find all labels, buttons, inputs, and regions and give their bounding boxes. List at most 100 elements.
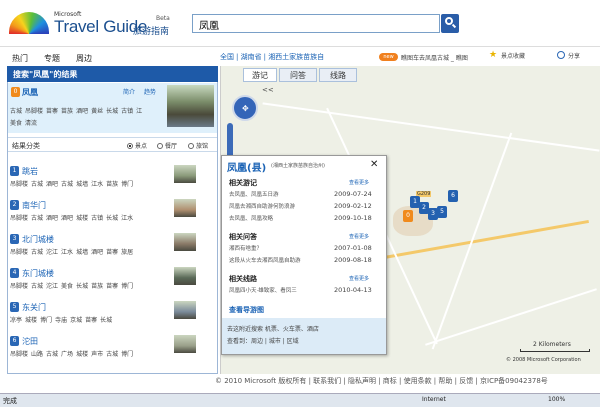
tag[interactable]: 苗寨 <box>106 249 118 256</box>
result-photo[interactable] <box>174 199 196 217</box>
result-title[interactable]: 北门城楼 <box>22 234 54 245</box>
search-button[interactable] <box>441 14 459 33</box>
result-title[interactable]: 东关门 <box>22 302 46 313</box>
tag[interactable]: 酒吧 <box>91 249 103 256</box>
tag[interactable]: 城楼 <box>76 215 88 222</box>
breadcrumb-province[interactable]: 湖南省 <box>241 53 262 61</box>
result-title[interactable]: 跳岩 <box>22 166 38 177</box>
tag[interactable]: 江水 <box>91 181 103 188</box>
top-result-photo[interactable] <box>167 85 214 127</box>
tag[interactable]: 苗寨 <box>85 317 97 324</box>
result-title[interactable]: 沱田 <box>22 336 38 347</box>
tag[interactable]: 吊脚楼 <box>10 351 28 358</box>
tag[interactable]: 城墙 <box>76 181 88 188</box>
tag[interactable]: 江 <box>136 108 142 115</box>
guide-map-link[interactable]: 查看导游图 <box>229 305 264 315</box>
result-title[interactable]: 南华门 <box>22 200 46 211</box>
tag[interactable]: 美食 <box>61 283 73 290</box>
collapse-panel-button[interactable]: << <box>262 86 274 94</box>
favorite-link[interactable]: 景点收藏 <box>501 51 525 60</box>
tag[interactable]: 博门 <box>121 351 133 358</box>
tag[interactable]: 吊脚楼 <box>10 249 28 256</box>
nav-nearby[interactable]: 周边 <box>76 53 92 64</box>
close-icon[interactable]: ✕ <box>370 159 378 170</box>
breadcrumb-prefecture[interactable]: 湘西土家族苗族自 <box>268 53 324 61</box>
map-marker[interactable]: 6 <box>448 190 458 202</box>
pan-control[interactable]: ✥ <box>232 95 258 121</box>
popup-item-link[interactable]: 凤凰去湘西自助游何防浪游 <box>229 202 295 210</box>
tag[interactable]: 古城 <box>31 283 43 290</box>
tag[interactable]: 古镇 <box>121 108 133 115</box>
popup-item-link[interactable]: 湘西有啥重？ <box>229 244 262 252</box>
nav-topics[interactable]: 专题 <box>44 53 60 64</box>
result-title[interactable]: 东门城楼 <box>22 268 54 279</box>
tag[interactable]: 京城 <box>70 317 82 324</box>
tag[interactable]: 博门 <box>121 283 133 290</box>
tag[interactable]: 山路 <box>31 351 43 358</box>
result-photo[interactable] <box>174 267 196 285</box>
tag[interactable]: 吊脚楼 <box>10 283 28 290</box>
popup-item-link[interactable]: 去凤凰、凤凰攻略 <box>229 214 273 222</box>
tag[interactable]: 吊脚楼 <box>25 108 43 115</box>
tag[interactable]: 博门 <box>40 317 52 324</box>
tag[interactable]: 江水 <box>61 249 73 256</box>
tag[interactable]: 苗寨 <box>106 283 118 290</box>
tab-qa[interactable]: 问答 <box>279 68 317 82</box>
tag[interactable]: 古镇 <box>91 215 103 222</box>
promo-link[interactable]: 瞧图车去凤凰古城 _ 瞧图 <box>401 53 468 62</box>
radio-restaurant[interactable]: 餐厅 <box>157 141 177 150</box>
tag[interactable]: 长城 <box>106 108 118 115</box>
more-link[interactable]: 查看更多 <box>349 275 369 282</box>
tag[interactable]: 沱江 <box>46 283 58 290</box>
tag[interactable]: 城墙 <box>76 249 88 256</box>
tag[interactable]: 博门 <box>121 181 133 188</box>
tag[interactable]: 长城 <box>100 317 112 324</box>
zoom-level[interactable]: 100% <box>548 396 565 403</box>
tag[interactable]: 黄丝 <box>91 108 103 115</box>
tag[interactable]: 清流 <box>25 120 37 127</box>
tag[interactable]: 酒吧 <box>46 181 58 188</box>
top-result-title[interactable]: 凤凰 <box>22 87 38 98</box>
view-links[interactable]: 查看到：周边 | 城市 | 区域 <box>227 336 299 345</box>
share-link[interactable]: 分享 <box>568 51 580 60</box>
tag[interactable]: 城楼 <box>76 351 88 358</box>
radio-hotel[interactable]: 旅馆 <box>188 141 208 150</box>
radio-scenic[interactable]: 景点 <box>127 141 147 150</box>
tag[interactable]: 江水 <box>121 215 133 222</box>
tag[interactable]: 城楼 <box>25 317 37 324</box>
tag[interactable]: 苗族 <box>61 108 73 115</box>
map-marker[interactable]: 5 <box>437 206 447 218</box>
tag[interactable]: 酒吧 <box>61 215 73 222</box>
tag[interactable]: 沱江 <box>46 249 58 256</box>
more-link[interactable]: 查看更多 <box>349 179 369 186</box>
tag[interactable]: 旅居 <box>121 249 133 256</box>
result-photo[interactable] <box>174 165 196 183</box>
tag[interactable]: 苗族 <box>91 283 103 290</box>
tag[interactable]: 古城 <box>31 181 43 188</box>
tag[interactable]: 长城 <box>106 215 118 222</box>
result-photo[interactable] <box>174 335 196 353</box>
tag[interactable]: 苗族 <box>106 181 118 188</box>
tab-route[interactable]: 线路 <box>319 68 357 82</box>
tag[interactable]: 古城 <box>106 351 118 358</box>
result-photo[interactable] <box>174 233 196 251</box>
tab-intro[interactable]: 简介 <box>123 87 135 96</box>
tag[interactable]: 古城 <box>31 215 43 222</box>
nav-hot[interactable]: 热门 <box>12 53 28 64</box>
popup-item-link[interactable]: 这段从火车去湘西凤凰自助游 <box>229 256 301 264</box>
tag[interactable]: 广场 <box>61 351 73 358</box>
tab-trend[interactable]: 趋势 <box>144 87 156 96</box>
tag[interactable]: 酒吧 <box>76 108 88 115</box>
nearby-search-links[interactable]: 去这附近搜索 机票、火车票、酒店 <box>227 324 319 333</box>
tag[interactable]: 吊脚楼 <box>10 181 28 188</box>
tag[interactable]: 古城 <box>10 108 22 115</box>
tag[interactable]: 苗寨 <box>46 108 58 115</box>
tag[interactable]: 古城 <box>31 249 43 256</box>
map-marker-selected[interactable]: 0 <box>403 210 413 222</box>
popup-title[interactable]: 凤凰(县) <box>227 159 266 174</box>
tag[interactable]: 声市 <box>91 351 103 358</box>
tag[interactable]: 酒吧 <box>46 215 58 222</box>
popup-item-link[interactable]: 凤凰四小天·雄致家、看凤三 <box>229 286 297 294</box>
tag[interactable]: 寺庙 <box>55 317 67 324</box>
tag[interactable]: 美食 <box>10 120 22 127</box>
